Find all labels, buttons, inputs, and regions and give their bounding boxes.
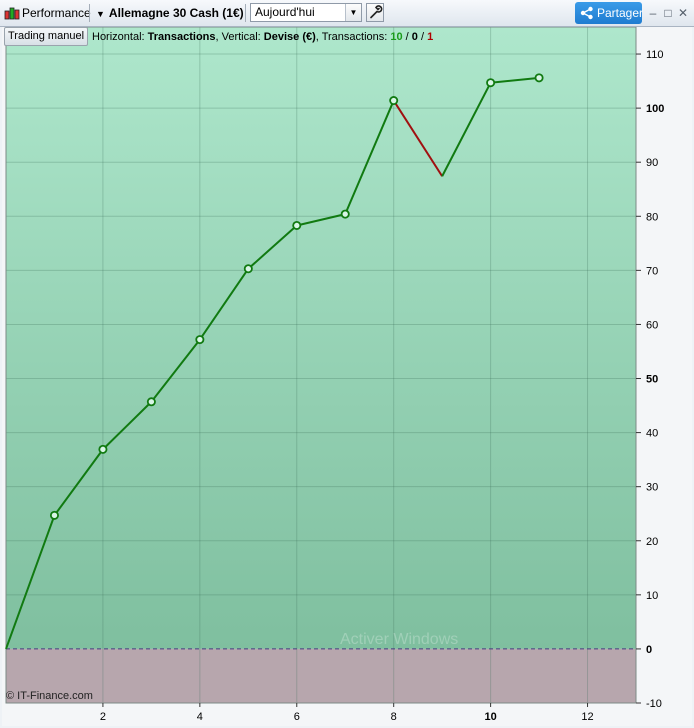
minimize-button[interactable]: – [646, 5, 660, 21]
data-point-marker [146, 397, 156, 407]
vertical-value: Devise (€) [263, 31, 316, 43]
x-tick-label: 12 [581, 711, 593, 723]
activation-watermark: Activer Windows [340, 631, 459, 648]
performance-chart-icon [4, 7, 20, 20]
data-point-marker [389, 96, 399, 106]
equity-curve-chart: -1001020304050607080901001102 4 6 8 10 12 [5, 27, 664, 723]
share-label: Partager [597, 6, 644, 20]
y-tick-label: 70 [646, 265, 658, 277]
data-point-marker [534, 73, 544, 83]
y-tick-label: 10 [646, 590, 658, 602]
y-tick-label: -10 [646, 698, 662, 710]
y-tick-label: 0 [646, 644, 652, 656]
instrument-selector[interactable]: ▼ Allemagne 30 Cash (1€) [96, 0, 244, 26]
data-point-marker [98, 444, 108, 454]
trading-manual-button[interactable]: Trading manuel [4, 27, 88, 46]
chart-area: -10 0 10 20 30 40 50 60 70 80 90 100 110 2 4 6 8 10 12 Tra… [2, 27, 692, 726]
chart-info: Horizontal: Transactions, Vertical: Devi… [92, 27, 433, 47]
maximize-button[interactable]: □ [661, 5, 675, 21]
data-point-marker [49, 510, 59, 520]
period-value: Aujourd'hui [255, 5, 315, 19]
x-tick-label: 6 [294, 711, 300, 723]
data-point-marker [195, 335, 205, 345]
data-point-marker [292, 220, 302, 230]
transactions-won: 10 [390, 31, 403, 43]
x-tick-label: 2 [100, 711, 106, 723]
transactions-separator: / [402, 31, 412, 43]
x-tick-label: 10 [484, 711, 496, 723]
y-tick-label: 20 [646, 536, 658, 548]
horizontal-label: Horizontal: [92, 31, 148, 43]
settings-button[interactable] [366, 3, 384, 22]
data-point-marker [340, 209, 350, 219]
negative-region [6, 648, 636, 703]
wrench-icon [370, 5, 383, 19]
copyright-label: © IT-Finance.com [6, 690, 93, 702]
chevron-down-icon[interactable]: ▼ [345, 4, 361, 21]
data-point-marker [243, 264, 253, 274]
y-tick-label: 80 [646, 211, 658, 223]
y-tick-label: 50 [646, 374, 658, 386]
toolbar-divider [89, 4, 90, 22]
share-icon [580, 6, 593, 20]
close-button[interactable]: ✕ [676, 5, 690, 21]
y-tick-label: 60 [646, 319, 658, 331]
transactions-label: , Transactions: [315, 31, 391, 43]
y-tick-label: 110 [646, 49, 664, 61]
x-tick-label: 8 [391, 711, 397, 723]
x-tick-label: 4 [197, 711, 203, 723]
share-button[interactable]: Partager [575, 2, 644, 24]
toolbar-divider [245, 4, 246, 22]
instrument-name: Allemagne 30 Cash (1€) [108, 6, 244, 20]
vertical-label: , Vertical: [215, 31, 264, 43]
transactions-separator: / [417, 31, 428, 43]
y-tick-label: 30 [646, 482, 658, 494]
y-tick-label: 90 [646, 157, 658, 169]
y-tick-label: 40 [646, 428, 658, 440]
positive-region [6, 27, 636, 649]
transactions-lost: 1 [427, 31, 434, 43]
title-bar: Performance ▼ Allemagne 30 Cash (1€) Aujo… [0, 0, 694, 27]
horizontal-value: Transactions [147, 31, 216, 43]
y-tick-label: 100 [646, 103, 664, 115]
data-point-marker [486, 78, 496, 88]
period-select[interactable]: Aujourd'hui ▼ [250, 3, 362, 22]
triangle-down-icon: ▼ [96, 9, 105, 19]
app-title: Performance [22, 6, 91, 20]
